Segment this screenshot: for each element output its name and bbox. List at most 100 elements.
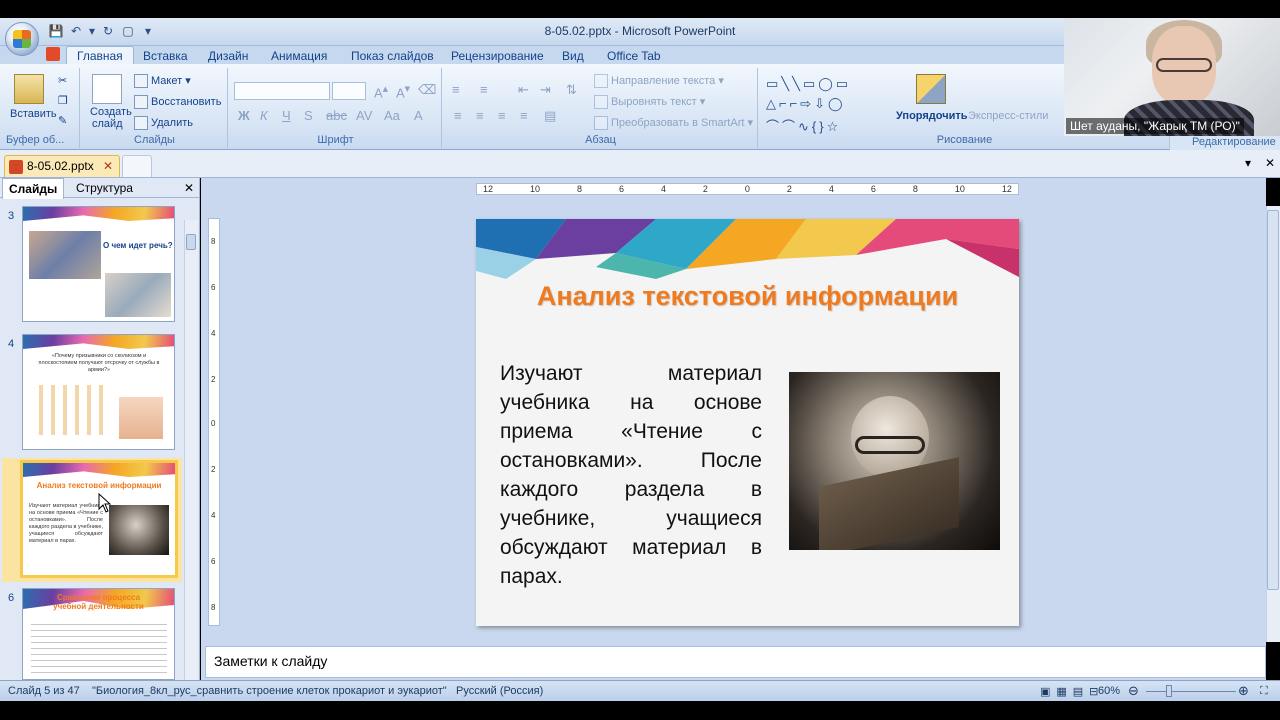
bold-icon[interactable]: Ж xyxy=(238,108,250,123)
zoom-slider-thumb[interactable] xyxy=(1166,685,1172,697)
cut-icon[interactable]: ✂ xyxy=(58,74,67,87)
bullets-icon[interactable]: ≡ xyxy=(452,82,460,97)
thumb-num-6: 6 xyxy=(8,592,15,604)
tab-view[interactable]: Вид xyxy=(562,49,584,63)
align-right-icon[interactable]: ≡ xyxy=(498,108,506,123)
shrink-font-icon[interactable]: A▾ xyxy=(396,82,410,100)
slide-photo[interactable] xyxy=(789,372,1000,550)
tab-design[interactable]: Дизайн xyxy=(208,49,248,63)
panel-scroll-thumb[interactable] xyxy=(186,234,196,250)
zoom-slider[interactable] xyxy=(1146,691,1236,692)
new-slide-icon[interactable] xyxy=(92,74,122,104)
layout-icon xyxy=(134,74,148,89)
quick-styles-button[interactable]: Экспресс-стили xyxy=(968,110,1048,122)
mouse-cursor-icon xyxy=(98,493,112,513)
align-left-icon[interactable]: ≡ xyxy=(454,108,462,123)
notes-input[interactable]: Заметки к слайду xyxy=(205,646,1266,678)
copy-icon[interactable]: ❐ xyxy=(58,94,68,107)
increase-indent-icon[interactable]: ⇥ xyxy=(540,82,551,98)
columns-icon[interactable]: ▤ xyxy=(544,108,556,124)
pp-tab-icon xyxy=(46,47,60,61)
italic-icon[interactable]: К xyxy=(260,108,268,123)
reset-button[interactable]: Восстановить xyxy=(134,95,221,109)
child-glasses xyxy=(855,436,925,454)
grow-font-icon[interactable]: A▴ xyxy=(374,82,388,100)
fit-slide-icon[interactable]: ⛶ xyxy=(1260,685,1268,698)
slide-counter: Слайд 5 из 47 xyxy=(8,685,80,697)
underline-icon[interactable]: Ч xyxy=(282,108,291,123)
slides-label: Слайды xyxy=(134,134,175,146)
align-text-button[interactable]: Выровнять текст ▾ xyxy=(594,95,705,110)
tab-home[interactable]: Главная xyxy=(66,46,134,65)
zoom-out-icon[interactable]: ⊖ xyxy=(1128,683,1139,699)
smartart-button[interactable]: Преобразовать в SmartArt ▾ xyxy=(594,116,753,131)
slide-title[interactable]: Анализ текстовой информации xyxy=(476,281,1019,312)
slide-thumb-5[interactable]: Анализ текстовой информации Изучают мате… xyxy=(20,460,178,578)
font-size-combo[interactable] xyxy=(332,82,366,100)
slide-thumb-4[interactable]: «Почему призывники со сколиозом и плоско… xyxy=(22,334,175,450)
shadow-icon[interactable]: S xyxy=(304,108,313,123)
delete-slide-button[interactable]: Удалить xyxy=(134,116,193,130)
document-tabs: 8-05.02.pptx ✕ ▾ ✕ xyxy=(0,150,1280,178)
zoom-level[interactable]: 60% xyxy=(1098,685,1120,697)
text-direction-button[interactable]: Направление текста ▾ xyxy=(594,74,724,89)
vertical-ruler[interactable]: 864202468 xyxy=(208,218,220,626)
paste-icon[interactable] xyxy=(14,74,44,104)
arrange-button[interactable]: Упорядочить xyxy=(896,110,968,122)
strike-icon[interactable]: abc xyxy=(326,108,347,123)
slide-body-text[interactable]: Изучают материал учебника на основе прие… xyxy=(500,359,762,591)
office-button[interactable] xyxy=(5,22,39,56)
view-buttons[interactable]: ▣▦▤⊟ xyxy=(1040,685,1104,698)
tab-office-tab[interactable]: Office Tab xyxy=(607,49,661,63)
group-clipboard: Вставить ✂ ❐ ✎ Буфер об... xyxy=(2,68,80,148)
close-tab-icon[interactable]: ✕ xyxy=(103,159,113,173)
slide-thumb-3[interactable]: О чем идет речь? xyxy=(22,206,175,322)
tab-animation[interactable]: Анимация xyxy=(271,49,327,63)
editing-group: Редактирование xyxy=(1170,136,1280,150)
arrange-icon[interactable] xyxy=(916,74,946,104)
font-color-icon[interactable]: A xyxy=(414,108,423,123)
new-slide-button[interactable]: Создать xyxy=(90,106,132,118)
tab-slides[interactable]: Слайды xyxy=(2,178,65,199)
language[interactable]: Русский (Россия) xyxy=(456,685,543,697)
new-slide-button-2[interactable]: слайд xyxy=(92,118,123,130)
book xyxy=(819,457,959,550)
clear-format-icon[interactable]: ⌫ xyxy=(418,82,436,98)
layout-button[interactable]: Макет ▾ xyxy=(134,74,191,89)
justify-icon[interactable]: ≡ xyxy=(520,108,528,123)
numbering-icon[interactable]: ≡ xyxy=(480,82,488,97)
line-spacing-icon[interactable]: ⇅ xyxy=(566,82,577,98)
current-slide[interactable]: Анализ текстовой информации Изучают мате… xyxy=(476,219,1019,626)
tab-insert[interactable]: Вставка xyxy=(143,49,188,63)
canvas-scroll-thumb[interactable] xyxy=(1267,210,1279,590)
close-panel-icon[interactable]: ✕ xyxy=(184,181,194,195)
spacing-icon[interactable]: AV xyxy=(356,108,372,123)
theme-name[interactable]: "Биология_8кл_рус_сравнить строение клет… xyxy=(92,685,447,697)
delete-icon xyxy=(134,116,148,130)
shapes-gallery-2[interactable]: △⌐⌐⇨⇩◯ xyxy=(766,96,846,112)
tab-review[interactable]: Рецензирование xyxy=(451,49,544,63)
thumb-body-5: Изучают материал учебника на основе прие… xyxy=(29,503,103,544)
tab-slideshow[interactable]: Показ слайдов xyxy=(351,49,434,63)
panel-scrollbar[interactable] xyxy=(184,220,198,680)
case-icon[interactable]: Aa xyxy=(384,108,400,123)
font-name-combo[interactable] xyxy=(234,82,330,100)
webcam-caption: Шет ауданы, "Жарық ТМ (РО)" xyxy=(1066,118,1244,134)
close-doc-icon[interactable]: ✕ xyxy=(1263,156,1277,170)
panel-tabs: Слайды Структура ✕ xyxy=(0,178,200,199)
decrease-indent-icon[interactable]: ⇤ xyxy=(518,82,529,98)
zoom-in-icon[interactable]: ⊕ xyxy=(1238,683,1249,699)
align-center-icon[interactable]: ≡ xyxy=(476,108,484,123)
format-painter-icon[interactable]: ✎ xyxy=(58,114,67,127)
group-paragraph: ≡ ≡ ⇤ ⇥ ⇅ ≡ ≡ ≡ ≡ ▤ Направление текста ▾… xyxy=(444,68,758,148)
tab-menu-icon[interactable]: ▾ xyxy=(1241,156,1255,170)
tab-outline[interactable]: Структура xyxy=(76,181,133,195)
shapes-gallery-3[interactable]: ⌒⌒∿{}☆ xyxy=(766,116,841,135)
slide-thumb-6[interactable]: Сравнение процесса учебной деятельности xyxy=(22,588,175,680)
doc-tab-active[interactable]: 8-05.02.pptx ✕ xyxy=(4,155,120,177)
thumb-banner xyxy=(23,207,174,221)
paste-button[interactable]: Вставить xyxy=(10,108,57,120)
shapes-gallery[interactable]: ▭╲╲▭◯▭ xyxy=(766,76,851,92)
new-tab-button[interactable] xyxy=(122,155,152,177)
horizontal-ruler[interactable]: 12 10 8 6 4 2 0 2 4 6 8 10 12 xyxy=(476,183,1019,195)
